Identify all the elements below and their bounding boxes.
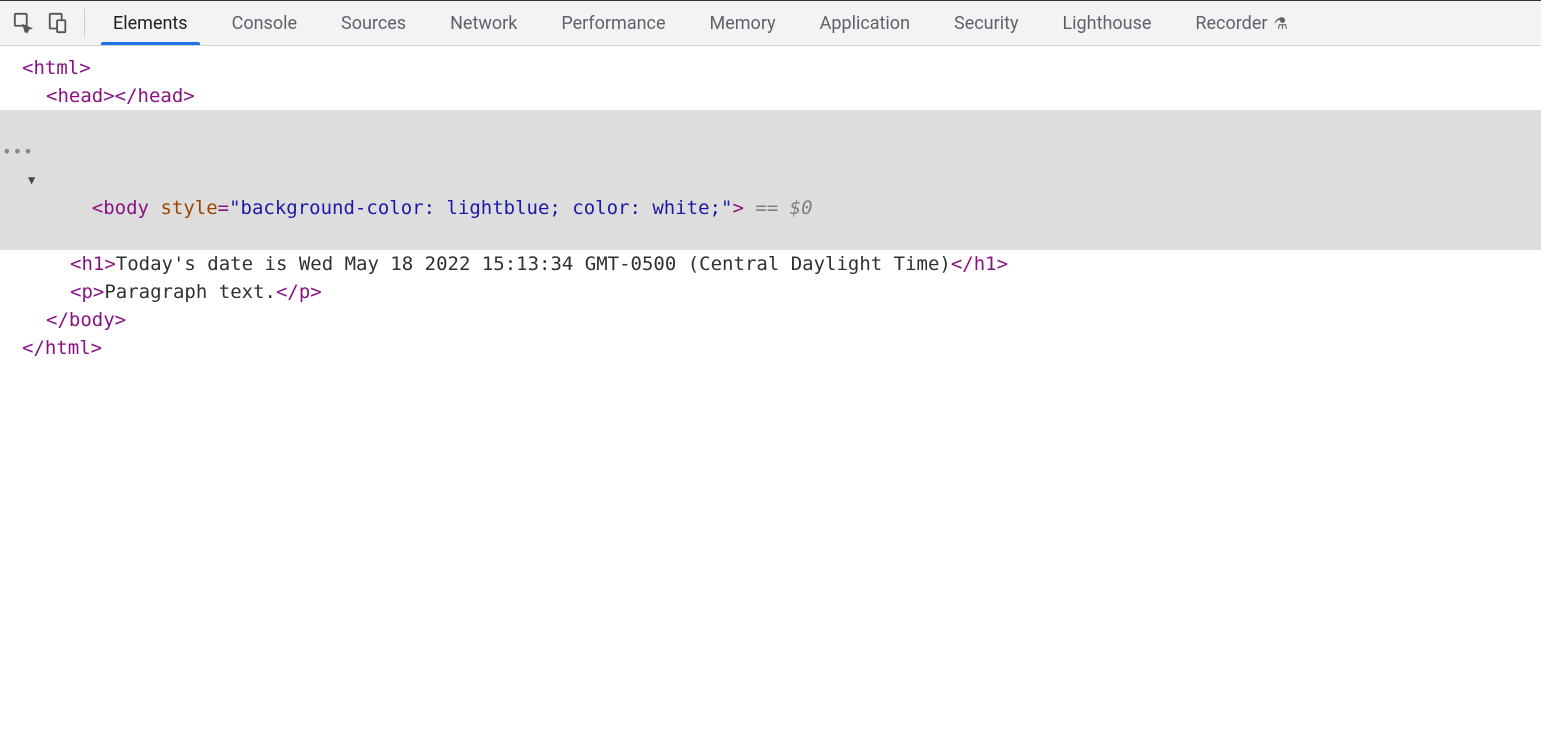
toolbar-divider (84, 9, 85, 37)
punct: < (70, 253, 81, 275)
dom-node-html-open[interactable]: <html> (0, 54, 1541, 82)
tab-label: Security (954, 13, 1018, 34)
dom-node-body-selected[interactable]: ••• ▼ <body style="background-color: lig… (0, 110, 1541, 250)
tag-text: <head> (46, 85, 115, 107)
tag-text: </head> (115, 85, 195, 107)
tab-lighthouse[interactable]: Lighthouse (1040, 1, 1173, 45)
tab-memory[interactable]: Memory (688, 1, 798, 45)
tabs-container: Elements Console Sources Network Perform… (91, 1, 1310, 45)
tag-name: h1 (974, 253, 997, 275)
dollar-ref: == $0 (755, 197, 812, 219)
tag-name: h1 (81, 253, 104, 275)
text-content: Today's date is Wed May 18 2022 15:13:34… (116, 253, 951, 275)
gutter-dots-icon[interactable]: ••• (2, 138, 34, 166)
tag-name: body (103, 197, 149, 219)
tab-console[interactable]: Console (210, 1, 319, 45)
tag-text: </body> (46, 309, 126, 331)
tab-security[interactable]: Security (932, 1, 1040, 45)
tab-label: Memory (710, 13, 776, 34)
expand-arrow-icon[interactable]: ▼ (28, 166, 35, 194)
dom-node-h1[interactable]: <h1>Today's date is Wed May 18 2022 15:1… (0, 250, 1541, 278)
punct: " (229, 197, 240, 219)
tab-label: Recorder (1195, 13, 1267, 34)
inspect-element-icon[interactable] (12, 11, 36, 35)
dom-node-body-close[interactable]: </body> (0, 306, 1541, 334)
tab-label: Sources (341, 13, 406, 34)
tag-name: p (81, 281, 92, 303)
punct: </ (276, 281, 299, 303)
devtools-toolbar: Elements Console Sources Network Perform… (0, 0, 1541, 46)
punct: < (92, 197, 103, 219)
tag-name: p (299, 281, 310, 303)
attr-value: background-color: lightblue; color: whit… (241, 197, 721, 219)
punct: = (218, 197, 229, 219)
tab-network[interactable]: Network (428, 1, 539, 45)
tab-recorder[interactable]: Recorder ⚗ (1173, 1, 1309, 45)
tag-text: <html> (22, 57, 91, 79)
tab-label: Performance (561, 13, 665, 34)
tab-sources[interactable]: Sources (319, 1, 428, 45)
punct: > (310, 281, 321, 303)
body-tag-line: <body style="background-color: lightblue… (46, 194, 813, 222)
tab-label: Elements (113, 13, 188, 34)
dom-node-html-close[interactable]: </html> (0, 334, 1541, 362)
punct: > (732, 197, 743, 219)
punct: " (721, 197, 732, 219)
device-toggle-icon[interactable] (46, 11, 70, 35)
tab-application[interactable]: Application (798, 1, 932, 45)
tab-label: Network (450, 13, 517, 34)
tab-elements[interactable]: Elements (91, 1, 210, 45)
dom-node-p[interactable]: <p>Paragraph text.</p> (0, 278, 1541, 306)
text-content: Paragraph text. (104, 281, 276, 303)
punct: > (104, 253, 115, 275)
attr-name: style (160, 197, 217, 219)
punct: < (70, 281, 81, 303)
dom-node-head[interactable]: <head></head> (0, 82, 1541, 110)
tab-label: Application (820, 13, 910, 34)
punct: > (93, 281, 104, 303)
tab-label: Lighthouse (1062, 13, 1151, 34)
punct: </ (951, 253, 974, 275)
beaker-icon: ⚗ (1273, 14, 1287, 33)
elements-dom-tree[interactable]: <html> <head></head> ••• ▼ <body style="… (0, 46, 1541, 362)
punct: > (997, 253, 1008, 275)
tab-performance[interactable]: Performance (539, 1, 687, 45)
tag-text: </html> (22, 337, 102, 359)
toolbar-icon-group (6, 1, 82, 45)
tab-label: Console (232, 13, 297, 34)
